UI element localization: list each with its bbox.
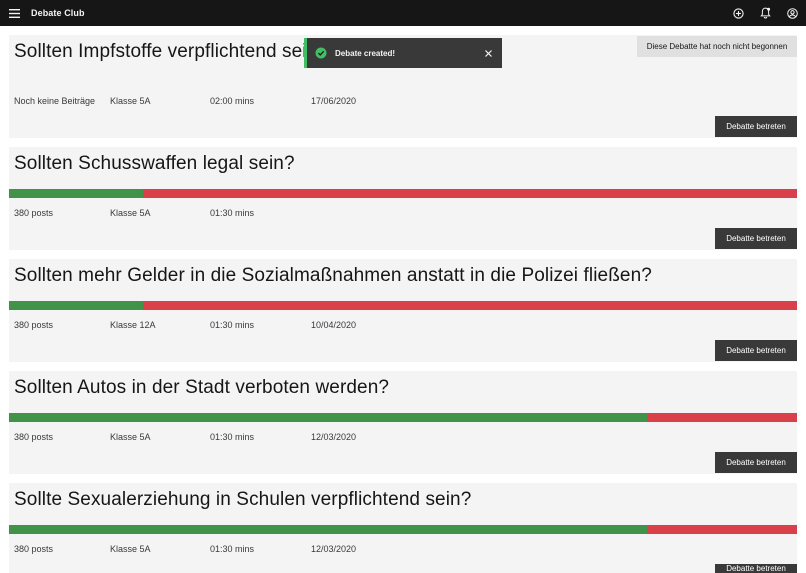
user-avatar-icon (787, 7, 798, 19)
vote-bar (9, 189, 797, 198)
enter-debate-button[interactable]: Debatte betreten (715, 228, 797, 249)
debate-class: Klasse 5A (110, 96, 151, 106)
app-header: Debate Club (0, 0, 806, 26)
vote-bar-contra (647, 525, 797, 534)
app-title[interactable]: Debate Club (31, 8, 85, 18)
debate-class: Klasse 5A (110, 208, 151, 218)
vote-bar (9, 301, 797, 310)
vote-bar-contra (142, 301, 797, 310)
debate-duration: 02:00 mins (210, 96, 255, 106)
debate-duration: 01:30 mins (210, 208, 255, 218)
menu-icon (8, 8, 20, 18)
vote-bar-contra (142, 189, 797, 198)
debate-card: Sollten mehr Gelder in die Sozialmaßnahm… (9, 259, 797, 362)
notification-icon (760, 7, 771, 19)
add-icon (733, 7, 744, 19)
enter-debate-button[interactable]: Debatte betreten (715, 452, 797, 473)
debate-date: 12/03/2020 (311, 432, 357, 442)
enter-debate-button[interactable]: Debatte betreten (715, 564, 797, 573)
debate-title: Sollten mehr Gelder in die Sozialmaßnahm… (14, 265, 652, 286)
vote-bar-contra (647, 413, 797, 422)
debate-card: Sollte Sexualerziehung in Schulen verpfl… (9, 483, 797, 573)
debate-posts: 380 posts (14, 544, 54, 554)
debate-date: 17/06/2020 (311, 96, 357, 106)
vote-bar-pro (9, 413, 648, 422)
add-debate-button[interactable] (725, 0, 752, 26)
debate-card: Sollten Autos in der Stadt verboten werd… (9, 371, 797, 474)
debate-duration: 01:30 mins (210, 320, 255, 330)
debate-class: Klasse 5A (110, 432, 151, 442)
vote-bar-pro (9, 525, 648, 534)
vote-bar-pro (9, 301, 143, 310)
debate-class: Klasse 5A (110, 544, 151, 554)
vote-bar (9, 525, 797, 534)
menu-button[interactable] (0, 0, 28, 26)
close-icon[interactable] (482, 47, 494, 59)
toast-notification: Debate created! (304, 38, 502, 68)
debate-posts: 380 posts (14, 208, 54, 218)
vote-bar-pro (9, 189, 143, 198)
vote-bar (9, 413, 797, 422)
debate-duration: 01:30 mins (210, 432, 255, 442)
checkmark-filled-icon (315, 47, 327, 59)
debate-class: Klasse 12A (110, 320, 156, 330)
debate-date: 12/03/2020 (311, 544, 357, 554)
enter-debate-button[interactable]: Debatte betreten (715, 116, 797, 137)
debate-posts: 380 posts (14, 432, 54, 442)
debate-duration: 01:30 mins (210, 544, 255, 554)
debate-posts: Noch keine Beiträge (14, 96, 96, 106)
debate-date: 10/04/2020 (311, 320, 357, 330)
debate-title: Sollten Autos in der Stadt verboten werd… (14, 377, 390, 398)
status-tag: Diese Debatte hat noch nicht begonnen (637, 36, 797, 57)
debate-title: Sollten Impfstoffe verpflichtend sein? (14, 41, 328, 62)
user-button[interactable] (779, 0, 806, 26)
notifications-button[interactable] (752, 0, 779, 26)
debate-card: Sollten Schusswaffen legal sein? 380 pos… (9, 147, 797, 250)
enter-debate-button[interactable]: Debatte betreten (715, 340, 797, 361)
debate-posts: 380 posts (14, 320, 54, 330)
debate-title: Sollte Sexualerziehung in Schulen verpfl… (14, 489, 472, 510)
toast-message: Debate created! (335, 48, 396, 58)
debate-title: Sollten Schusswaffen legal sein? (14, 153, 295, 174)
